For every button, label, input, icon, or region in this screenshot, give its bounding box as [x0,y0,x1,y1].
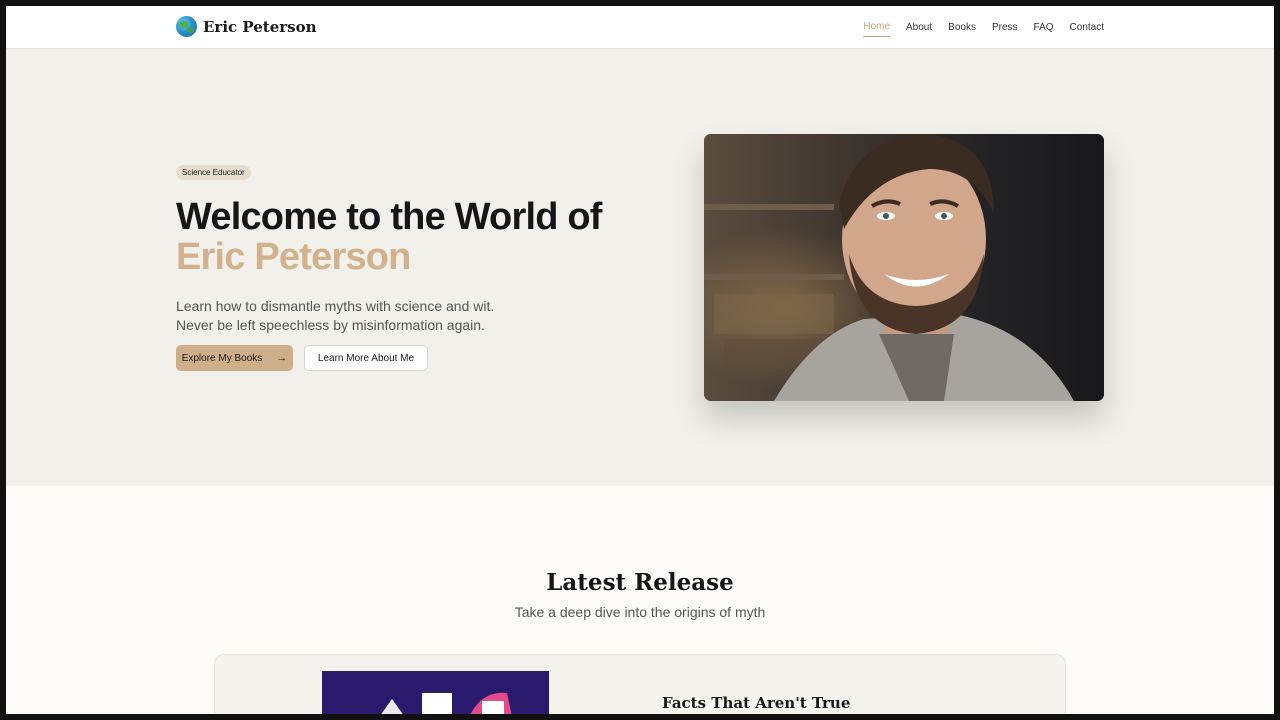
latest-release-subtitle: Take a deep dive into the origins of myt… [514,604,766,620]
arrow-right-icon: → [276,352,288,364]
hero-subtitle: Learn how to dismantle myths with scienc… [176,297,494,335]
book-cover-image[interactable] [322,671,549,714]
explore-books-button[interactable]: Explore My Books → [176,345,293,371]
globe-logo-icon [176,16,197,37]
hero-title-line1: Welcome to the World of [176,196,602,238]
brand-name: Eric Peterson [203,17,317,36]
nav-books[interactable]: Books [948,18,976,37]
hero-actions: Explore My Books → Learn More About Me [176,345,428,371]
author-photo [704,134,1104,401]
latest-release-card[interactable]: Facts That Aren't True [214,654,1066,714]
nav-press[interactable]: Press [992,18,1018,37]
nav-about[interactable]: About [906,18,932,37]
latest-release-title: Latest Release [546,569,734,596]
main-nav: Home About Books Press FAQ Contact [863,6,1104,48]
learn-more-button[interactable]: Learn More About Me [304,345,428,371]
brand[interactable]: Eric Peterson [176,16,317,37]
nav-faq[interactable]: FAQ [1034,18,1054,37]
hero-title-name: Eric Peterson [176,236,411,278]
site-header: Eric Peterson Home About Books Press FAQ… [6,6,1274,49]
hero-title: Welcome to the World of Eric Peterson [176,197,602,277]
hero-subtitle-line1: Learn how to dismantle myths with scienc… [176,298,495,314]
nav-home[interactable]: Home [863,17,891,37]
nav-contact[interactable]: Contact [1070,18,1104,37]
hero-section: Science Educator Welcome to the World of… [6,49,1274,486]
book-cover-art [322,671,549,714]
role-badge: Science Educator [176,165,251,180]
hero-subtitle-line2: Never be left speechless by misinformati… [176,317,485,333]
book-title: Facts That Aren't True [662,694,851,712]
browser-viewport: Eric Peterson Home About Books Press FAQ… [6,6,1274,714]
author-portrait [704,134,1104,401]
explore-books-label: Explore My Books [181,352,263,364]
